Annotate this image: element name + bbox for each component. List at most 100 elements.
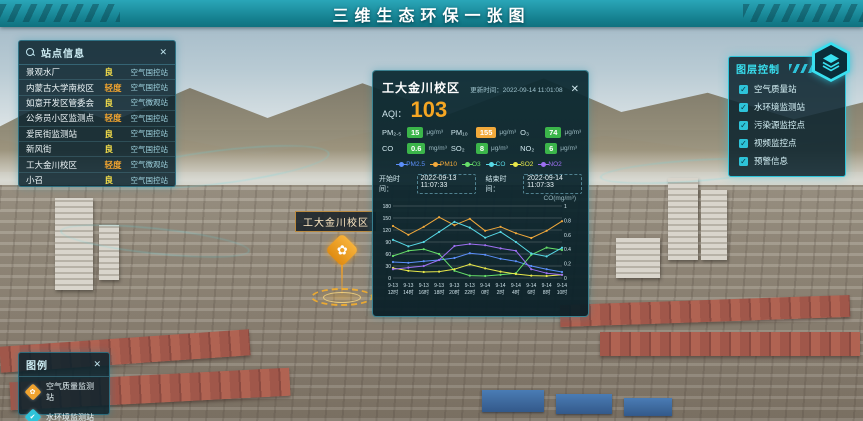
station-marker-label[interactable]: 工大金川校区 bbox=[295, 211, 377, 232]
warehouse bbox=[556, 394, 612, 414]
chart-legend-item[interactable]: NO2 bbox=[541, 161, 561, 168]
layers-icon bbox=[820, 51, 842, 73]
close-icon[interactable]: ✕ bbox=[93, 360, 102, 369]
pollutant-unit: mg/m³ bbox=[428, 145, 446, 152]
layers-hex-button[interactable] bbox=[812, 42, 850, 82]
station-aqi-level: 良 bbox=[105, 174, 127, 186]
station-aqi-level: 良 bbox=[105, 128, 127, 140]
close-icon[interactable]: ✕ bbox=[159, 48, 168, 57]
building bbox=[668, 178, 698, 260]
legend-panel-header: 图例 ✕ bbox=[19, 353, 109, 377]
station-type: 空气国控站 bbox=[131, 113, 169, 124]
layer-item[interactable]: ✓ 视频监控点 bbox=[729, 134, 845, 152]
popup-title: 工大金川校区 bbox=[382, 79, 460, 96]
layer-items: ✓空气质量站✓水环境监测站✓污染源监控点✓视频监控点✓预警信息 bbox=[729, 80, 845, 170]
layer-checkbox[interactable]: ✓ bbox=[739, 85, 748, 94]
station-type: 空气微观站 bbox=[131, 159, 169, 170]
pollutant-name: O₃ bbox=[520, 128, 542, 137]
chart-legend-item[interactable]: O3 bbox=[465, 161, 481, 168]
aqi-value: 103 bbox=[411, 99, 448, 121]
pollutant-value-badge: 0.6 bbox=[407, 143, 425, 154]
station-name: 新风街 bbox=[26, 143, 101, 155]
layer-item[interactable]: ✓ 空气质量站 bbox=[729, 80, 845, 98]
legend-item-label: 空气质量监测站 bbox=[46, 381, 101, 403]
popup-header: 工大金川校区 更新时间：2022-09-14 11:01:08 ✕ bbox=[373, 71, 588, 98]
svg-text:0: 0 bbox=[564, 276, 567, 282]
station-marker-icon: ✔ bbox=[25, 409, 42, 421]
pollutant-unit: μg/m³ bbox=[560, 145, 577, 152]
trend-chart-svg: 030609012015018000.20.40.60.819-1312时9-1… bbox=[377, 202, 582, 306]
pollutant-name: CO bbox=[382, 144, 404, 153]
svg-text:6时: 6时 bbox=[527, 289, 535, 296]
station-type: 空气国控站 bbox=[131, 144, 169, 155]
svg-text:9-14: 9-14 bbox=[542, 283, 552, 289]
svg-text:0.8: 0.8 bbox=[564, 218, 571, 224]
svg-text:2时: 2时 bbox=[497, 289, 505, 296]
pollutant-value-badge: 8 bbox=[476, 143, 488, 154]
end-time-input[interactable]: 2022-09-14 11:07:33 bbox=[523, 174, 582, 194]
pollutant-reading: NO₂6μg/m³ bbox=[520, 143, 581, 154]
station-name: 工大金川校区 bbox=[26, 159, 101, 171]
station-name: 内蒙古大学南校区 bbox=[26, 82, 101, 94]
layer-checkbox[interactable]: ✓ bbox=[739, 157, 748, 166]
app-window: 三维生态环保一张图 站点信息 ✕ 景观水厂良空气国控站内蒙古大学南校区轻度空气国… bbox=[0, 0, 863, 421]
pollutant-unit: μg/m³ bbox=[564, 129, 581, 136]
svg-text:0.2: 0.2 bbox=[564, 262, 571, 268]
start-time-input[interactable]: 2022-09-13 11:07:33 bbox=[417, 174, 476, 194]
building bbox=[701, 190, 727, 260]
chart-legend-item[interactable]: CO bbox=[489, 161, 506, 168]
svg-text:9-13: 9-13 bbox=[449, 283, 459, 289]
svg-text:1: 1 bbox=[564, 204, 567, 210]
station-row[interactable]: 小召良空气国控站 bbox=[19, 173, 175, 188]
legend-panel-title: 图例 bbox=[26, 357, 48, 372]
station-aqi-level: 轻度 bbox=[105, 112, 127, 124]
station-type: 空气国控站 bbox=[131, 175, 169, 186]
pollutant-unit: μg/m³ bbox=[426, 129, 443, 136]
pollutant-value-badge: 15 bbox=[407, 127, 423, 138]
pollutant-reading: CO0.6mg/m³ bbox=[382, 143, 447, 154]
legend-item: ✔水环境监测站 bbox=[19, 407, 109, 421]
station-row[interactable]: 爱民街监测站良空气国控站 bbox=[19, 127, 175, 142]
pollutant-value-badge: 74 bbox=[545, 127, 561, 138]
station-name: 爱民街监测站 bbox=[26, 128, 101, 140]
station-row[interactable]: 公务员小区监测点轻度空气国控站 bbox=[19, 111, 175, 126]
station-row[interactable]: 内蒙古大学南校区轻度空气国控站 bbox=[19, 80, 175, 95]
svg-text:12时: 12时 bbox=[388, 289, 399, 296]
layer-checkbox[interactable]: ✓ bbox=[739, 103, 748, 112]
layer-item[interactable]: ✓污染源监控点 bbox=[729, 116, 845, 134]
layer-checkbox[interactable]: ✓ bbox=[739, 139, 748, 148]
station-aqi-level: 轻度 bbox=[105, 159, 127, 171]
chart-legend-item[interactable]: PM10 bbox=[433, 161, 457, 168]
station-panel-title: 站点信息 bbox=[41, 45, 85, 60]
pollutant-name: NO₂ bbox=[520, 144, 542, 153]
svg-text:9-13: 9-13 bbox=[388, 283, 398, 289]
aqi-label: AQI： bbox=[382, 107, 407, 120]
search-icon bbox=[26, 48, 36, 58]
svg-text:10时: 10时 bbox=[557, 289, 568, 296]
layer-label: 视频监控点 bbox=[754, 137, 797, 149]
svg-text:0.4: 0.4 bbox=[564, 247, 571, 253]
legend-series-name: PM10 bbox=[440, 161, 457, 168]
svg-text:18时: 18时 bbox=[434, 289, 445, 296]
svg-text:60: 60 bbox=[385, 252, 391, 258]
station-row[interactable]: 工大金川校区轻度空气微观站 bbox=[19, 157, 175, 172]
layer-item[interactable]: ✓水环境监测站 bbox=[729, 98, 845, 116]
layer-label: 空气质量站 bbox=[754, 83, 797, 95]
svg-text:0: 0 bbox=[388, 276, 391, 282]
station-name: 如意开发区管委会 bbox=[26, 97, 101, 109]
close-icon[interactable]: ✕ bbox=[571, 84, 579, 95]
station-type: 空气国控站 bbox=[131, 82, 169, 93]
chart-legend-item[interactable]: SO2 bbox=[513, 161, 533, 168]
chart-legend-item[interactable]: PM2.5 bbox=[399, 161, 425, 168]
start-time-label: 开始时间： bbox=[379, 174, 407, 194]
station-row[interactable]: 新风街良空气国控站 bbox=[19, 142, 175, 157]
layer-checkbox[interactable]: ✓ bbox=[739, 121, 748, 130]
svg-text:9-14: 9-14 bbox=[480, 283, 490, 289]
date-range-row: 开始时间： 2022-09-13 11:07:33 结束时间： 2022-09-… bbox=[373, 170, 588, 195]
pollutant-reading: SO₂8μg/m³ bbox=[451, 143, 516, 154]
station-row[interactable]: 如意开发区管委会良空气微观站 bbox=[19, 96, 175, 111]
layer-item[interactable]: ✓预警信息 bbox=[729, 152, 845, 170]
station-row[interactable]: 景观水厂良空气国控站 bbox=[19, 65, 175, 80]
aqi-row: AQI： 103 bbox=[373, 98, 588, 124]
pinwheel-icon: ✿ bbox=[337, 242, 348, 258]
